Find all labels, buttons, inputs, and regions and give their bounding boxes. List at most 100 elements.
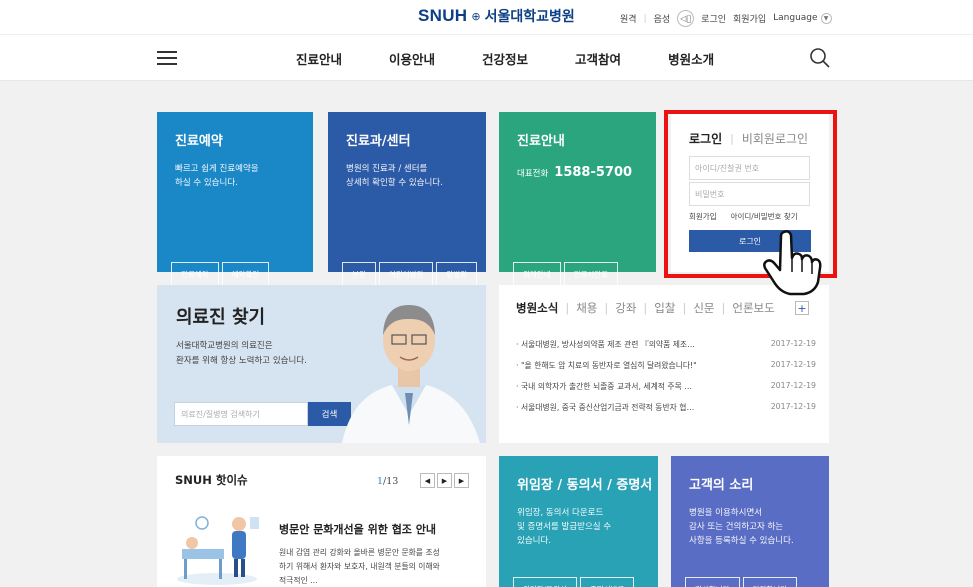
news-date: 2017-12-19 — [770, 381, 816, 390]
children-hospital-button[interactable]: 어린이병원 — [378, 262, 434, 286]
tab-newspaper[interactable]: 신문 — [693, 300, 714, 316]
customer-voice-title: 고객의 소리 — [689, 478, 754, 493]
cancer-hospital-button[interactable]: 암병원 — [436, 262, 478, 286]
divider: | — [565, 301, 570, 315]
news-date: 2017-12-19 — [770, 402, 816, 411]
search-icon[interactable] — [809, 47, 831, 69]
main-hospital-button[interactable]: 본원 — [342, 262, 376, 286]
department-buttons: 본원 어린이병원 암병원 — [342, 262, 480, 286]
phone-number: 1588-5700 — [554, 165, 633, 180]
consent-buttons: 위임장/동의서 증명서발급 — [513, 577, 637, 587]
news-title: · 서울대병원, 방사성의약품 제조 관련 『의약품 제조… — [516, 340, 695, 349]
care-guide-title: 진료안내 — [517, 134, 565, 149]
logo-english: SNUH — [418, 6, 468, 25]
consent-desc: 위임장, 동의서 다운로드 및 증명서를 발급받으실 수 있습니다. — [517, 508, 612, 546]
issue-illustration-image — [172, 509, 262, 587]
menu-item-usage-guide[interactable]: 이용안내 — [389, 49, 435, 68]
language-label: Language — [773, 13, 818, 23]
divider: | — [721, 301, 726, 315]
reservation-desc: 빠르고 쉽게 진료예약을 하실 수 있습니다. — [175, 164, 259, 188]
login-link[interactable]: 로그인 — [701, 12, 726, 25]
list-item[interactable]: · 서울대병원, 중국 중신산업기금과 전략적 동반자 협… 2017-12-19 — [516, 402, 816, 423]
doctor-search-title: 의료진 찾기 — [176, 307, 266, 328]
slider-controls: ◀ ▶ ▶ — [420, 473, 471, 488]
certificate-button[interactable]: 증명서발급 — [579, 577, 635, 587]
divider: | — [604, 301, 609, 315]
consent-tile: 위임장 / 동의서 / 증명서 위임장, 동의서 다운로드 및 증명서를 발급받… — [499, 456, 658, 587]
tab-lecture[interactable]: 강좌 — [615, 300, 636, 316]
outpatient-guide-button[interactable]: 외래안내 — [513, 262, 561, 286]
news-title: · "올 한해도 암 치료의 동반자로 열심히 달려왔습니다!" — [516, 361, 697, 370]
hot-issue-title: SNUH 핫이슈 — [175, 473, 248, 487]
tab-press[interactable]: 언론보도 — [732, 300, 774, 316]
reservation-tile: 진료예약 빠르고 쉽게 진료예약을 하실 수 있습니다. 진료예약 예약확인 — [157, 112, 313, 286]
news-list: · 서울대병원, 방사성의약품 제조 관련 『의약품 제조… 2017-12-19… — [516, 339, 816, 423]
menu-item-care-guide[interactable]: 진료안내 — [296, 49, 342, 68]
more-plus-icon[interactable]: + — [795, 301, 809, 315]
join-link[interactable]: 회원가입 — [733, 12, 766, 25]
utility-links: 원격 | 음성 ◁ͯ 로그인 회원가입 Language ▼ — [620, 10, 832, 27]
top-bar: SNUH ⊕ 서울대학교병원 원격 | 음성 ◁ͯ 로그인 회원가입 Langu… — [0, 0, 973, 34]
care-guide-buttons: 외래안내 진료시간표 — [513, 262, 621, 286]
voice-link[interactable]: 음성 — [654, 12, 671, 25]
reservation-buttons: 진료예약 예약확인 — [171, 262, 272, 286]
issue-headline[interactable]: 병문안 문화개선을 위한 협조 안내 — [279, 521, 436, 537]
doctor-search-panel: 의료진 찾기 서울대학교병원의 의료진은 환자를 위해 항상 노력하고 있습니다… — [157, 285, 486, 443]
phone-info: 대표전화 1588-5700 — [517, 165, 632, 180]
consent-form-button[interactable]: 위임장/동의서 — [513, 577, 577, 587]
speaker-icon[interactable]: ◁ͯ — [677, 10, 695, 27]
department-desc: 병원의 진료과 / 센터를 상세히 확인할 수 있습니다. — [346, 164, 443, 188]
doctor-search-form: 의료진/질병명 검색하기 검색 — [174, 402, 351, 426]
check-reservation-button[interactable]: 예약확인 — [221, 262, 270, 286]
doctor-search-input[interactable]: 의료진/질병명 검색하기 — [174, 402, 308, 426]
divider: | — [682, 301, 687, 315]
main-navigation: 진료안내 이용안내 건강정보 고객참여 병원소개 — [0, 34, 973, 81]
issue-body: 원내 감염 관리 강화와 올바른 병문안 문화를 조성 하기 위해서 환자와 보… — [279, 548, 440, 585]
page-total: /13 — [383, 476, 399, 487]
divider: | — [643, 13, 647, 24]
list-item[interactable]: · 국내 의학자가 출간한 뇌졸중 교과서, 세계적 주목 … 2017-12-1… — [516, 381, 816, 402]
menu-item-about[interactable]: 병원소개 — [668, 49, 714, 68]
department-tile: 진료과/센터 병원의 진료과 / 센터를 상세히 확인할 수 있습니다. 본원 … — [328, 112, 486, 286]
schedule-button[interactable]: 진료시간표 — [563, 262, 619, 286]
phone-label: 대표전화 — [517, 168, 549, 179]
chevron-down-icon: ▼ — [820, 13, 832, 24]
divider: | — [643, 301, 648, 315]
tab-bidding[interactable]: 입찰 — [654, 300, 675, 316]
news-date: 2017-12-19 — [770, 339, 816, 348]
next-arrow-icon[interactable]: ▶ — [454, 473, 469, 488]
language-select[interactable]: Language ▼ — [773, 13, 832, 24]
list-item[interactable]: · "올 한해도 암 치료의 동반자로 열심히 달려왔습니다!" 2017-12-… — [516, 360, 816, 381]
reserve-button[interactable]: 진료예약 — [171, 262, 219, 286]
pagination-counter: 1/13 — [377, 476, 398, 487]
consent-title: 위임장 / 동의서 / 증명서 — [517, 478, 653, 493]
news-title: · 서울대병원, 중국 중신산업기금과 전략적 동반자 협… — [516, 403, 695, 412]
list-item[interactable]: · 서울대병원, 방사성의약품 제조 관련 『의약품 제조… 2017-12-19 — [516, 339, 816, 360]
care-guide-tile: 진료안내 대표전화 1588-5700 외래안내 진료시간표 — [499, 112, 656, 286]
suggestion-button[interactable]: 건의합니다 — [742, 577, 797, 587]
site-logo[interactable]: SNUH ⊕ 서울대학교병원 — [418, 6, 575, 26]
hamburger-menu-icon[interactable] — [157, 51, 177, 65]
prev-arrow-icon[interactable]: ◀ — [420, 473, 435, 488]
gnb-menu: 진료안내 이용안내 건강정보 고객참여 병원소개 — [296, 49, 761, 68]
tab-hospital-news[interactable]: 병원소식 — [516, 300, 558, 316]
news-date: 2017-12-19 — [770, 360, 816, 369]
doctor-portrait-image — [342, 305, 480, 443]
customer-voice-desc: 병원을 이용하시면서 감사 또는 건의하고자 하는 사항을 등록하실 수 있습니… — [689, 508, 794, 546]
news-panel: 병원소식 | 채용 | 강좌 | 입찰 | 신문 | 언론보도 + · 서울대병… — [499, 285, 829, 443]
menu-item-health-info[interactable]: 건강정보 — [482, 49, 528, 68]
customer-voice-buttons: 감사합니다 건의합니다 — [685, 577, 800, 587]
hand-cursor-icon — [763, 230, 822, 296]
customer-voice-tile: 고객의 소리 병원을 이용하시면서 감사 또는 건의하고자 하는 사항을 등록하… — [671, 456, 829, 587]
menu-item-customer[interactable]: 고객참여 — [575, 49, 621, 68]
news-title: · 국내 의학자가 출간한 뇌졸중 교과서, 세계적 주목 … — [516, 382, 693, 391]
doctor-search-desc: 서울대학교병원의 의료진은 환자를 위해 항상 노력하고 있습니다. — [176, 341, 307, 366]
thanks-button[interactable]: 감사합니다 — [685, 577, 740, 587]
news-tabs: 병원소식 | 채용 | 강좌 | 입찰 | 신문 | 언론보도 — [516, 300, 775, 316]
logo-mark-icon: ⊕ — [471, 9, 481, 23]
tab-recruit[interactable]: 채용 — [576, 300, 597, 316]
logo-korean: 서울대학교병원 — [484, 9, 575, 25]
department-title: 진료과/센터 — [346, 134, 411, 149]
pause-icon[interactable]: ▶ — [437, 473, 452, 488]
remote-link[interactable]: 원격 — [620, 12, 637, 25]
